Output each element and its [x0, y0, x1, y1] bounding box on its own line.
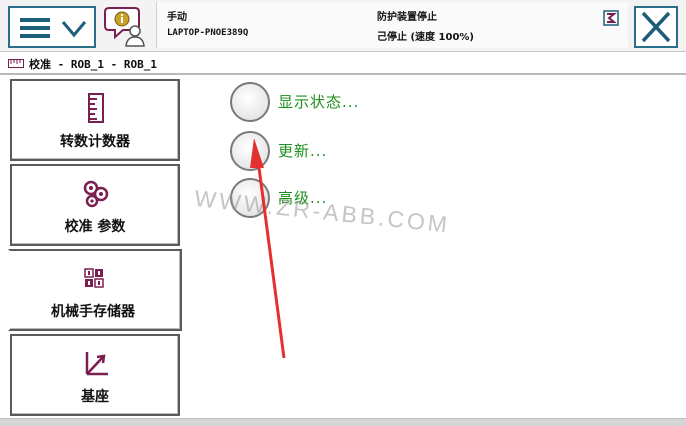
option-label: 更新... [278, 142, 328, 160]
option-show-status[interactable]: 显示状态... [230, 82, 450, 122]
sidebar: 转数计数器 校准 参数 机械手存储器 基座 [0, 77, 185, 417]
sidebar-item-calibration-parameters[interactable]: 校准 参数 [10, 164, 180, 246]
close-icon [641, 11, 671, 43]
bottom-bar [0, 418, 686, 426]
sidebar-item-label: 转数计数器 [60, 134, 130, 150]
option-update[interactable]: 更新... [230, 131, 450, 171]
rev-counter-icon [88, 93, 104, 123]
radio-button[interactable] [230, 131, 270, 171]
operating-mode: 手动 [167, 12, 187, 23]
status-panel[interactable]: 手动 LAPTOP-PNOE389Q 防护装置停止 己停止 (速度 100%) [156, 2, 628, 48]
calibration-icon [8, 59, 24, 68]
close-button[interactable] [634, 6, 678, 48]
breadcrumb-text: 校准 - ROB_1 - ROB_1 [29, 58, 157, 71]
sidebar-item-base-frame[interactable]: 基座 [10, 334, 180, 416]
system-name: LAPTOP-PNOE389Q [167, 28, 249, 38]
base-frame-icon [85, 352, 108, 376]
sidebar-item-label: 机械手存储器 [51, 304, 135, 320]
event-info-icon[interactable] [103, 4, 149, 48]
option-label: 显示状态... [278, 93, 360, 111]
sidebar-item-sms-memory[interactable]: 机械手存储器 [8, 249, 182, 331]
sidebar-item-label: 基座 [81, 389, 109, 405]
top-bar: 手动 LAPTOP-PNOE389Q 防护装置停止 己停止 (速度 100%) [0, 0, 686, 52]
hamburger-icon [20, 18, 50, 38]
breadcrumb: 校准 - ROB_1 - ROB_1 [0, 53, 686, 75]
sidebar-item-label: 校准 参数 [64, 219, 126, 235]
safety-status: 防护装置停止 [377, 12, 437, 23]
chevron-down-icon [61, 21, 87, 38]
sidebar-item-rev-counters[interactable]: 转数计数器 [10, 79, 180, 161]
run-status: 己停止 (速度 100%) [377, 32, 474, 43]
abb-menu-button[interactable] [8, 6, 96, 48]
calibration-params-icon [83, 180, 109, 208]
program-window-icon[interactable] [603, 10, 619, 26]
sms-memory-icon [84, 268, 104, 288]
radio-button[interactable] [230, 82, 270, 122]
